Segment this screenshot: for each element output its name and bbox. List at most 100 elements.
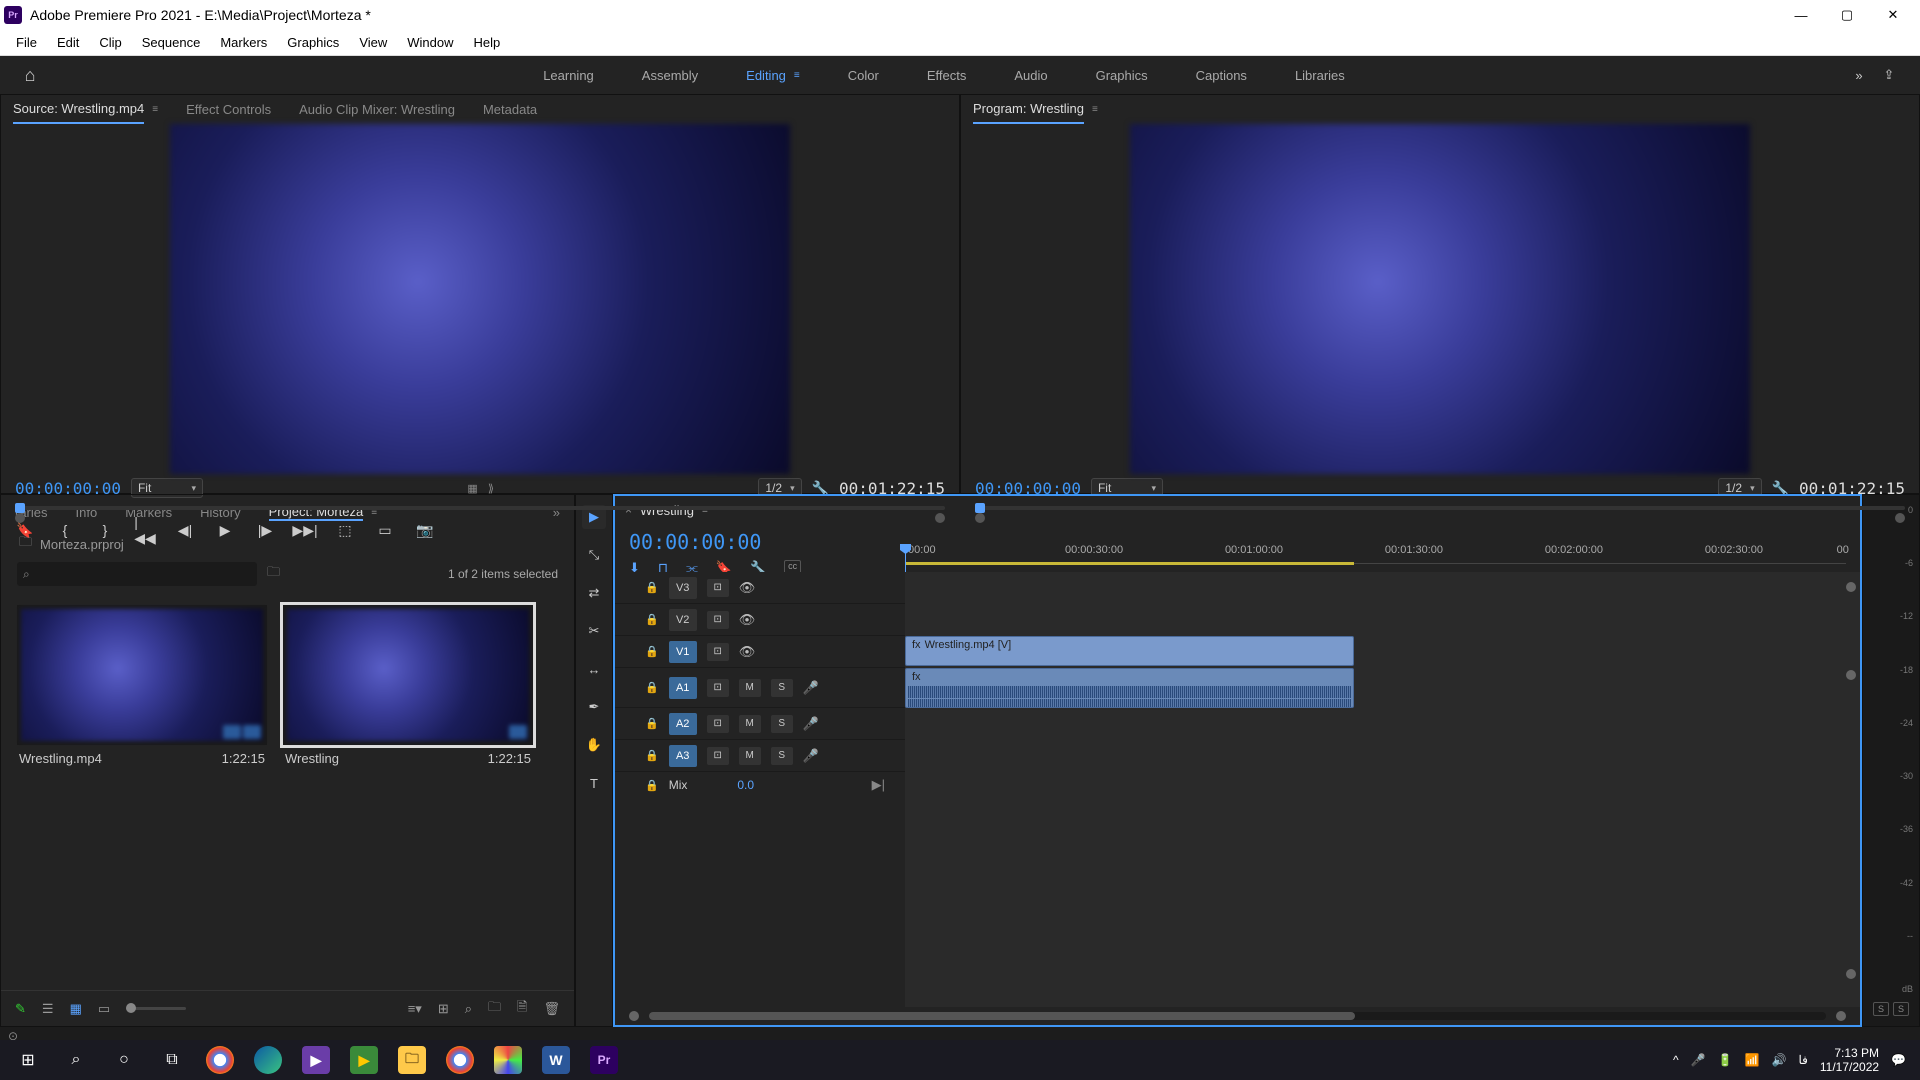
workspace-overflow[interactable]: »: [1844, 68, 1874, 83]
home-button[interactable]: ⌂: [16, 61, 44, 89]
menu-markers[interactable]: Markers: [210, 35, 277, 50]
share-button[interactable]: ⇪: [1874, 67, 1904, 83]
icon-view-button[interactable]: ▦: [70, 1001, 82, 1017]
tray-battery-icon[interactable]: 🔋: [1718, 1053, 1733, 1067]
delete-button[interactable]: 🗑: [543, 1001, 560, 1017]
timeline-ruler[interactable]: :00:00 00:00:30:00 00:01:00:00 00:01:30:…: [905, 524, 1860, 572]
new-bin-button[interactable]: 🗀: [488, 998, 501, 1020]
track-header-v1[interactable]: 🔒V1⊡👁: [615, 636, 905, 667]
timeline-vscroll-top[interactable]: [1846, 582, 1856, 592]
project-search-input[interactable]: ⌕: [17, 562, 257, 586]
mute-button[interactable]: M: [739, 747, 761, 765]
mix-track-header[interactable]: 🔒Mix0.0▶|: [615, 772, 905, 798]
menu-window[interactable]: Window: [397, 35, 463, 50]
toggle-output-icon[interactable]: 👁: [739, 644, 756, 660]
toggle-output-icon[interactable]: 👁: [739, 612, 756, 628]
sync-lock-icon[interactable]: ⊡: [707, 579, 729, 597]
menu-help[interactable]: Help: [464, 35, 511, 50]
tray-chevron-icon[interactable]: ^: [1673, 1053, 1679, 1067]
work-area-bar[interactable]: [905, 562, 1354, 565]
taskbar-chrome[interactable]: [196, 1040, 244, 1080]
meter-solo-left[interactable]: S: [1873, 1002, 1889, 1016]
search-button[interactable]: ⌕: [52, 1040, 100, 1080]
tray-notifications-icon[interactable]: 💬: [1891, 1053, 1906, 1067]
find-button[interactable]: ⌕: [465, 1001, 472, 1017]
menu-view[interactable]: View: [349, 35, 397, 50]
program-tab[interactable]: Program: Wrestling: [973, 95, 1084, 124]
track-header-a2[interactable]: 🔒A2⊡MS🎤: [615, 708, 905, 739]
mute-button[interactable]: M: [739, 715, 761, 733]
tray-wifi-icon[interactable]: 📶: [1745, 1053, 1760, 1067]
bin-icon[interactable]: 🗀: [19, 533, 32, 555]
voice-over-icon[interactable]: 🎤: [803, 716, 819, 732]
program-monitor[interactable]: [961, 124, 1919, 474]
new-bin-search-icon[interactable]: 🗀: [267, 563, 280, 585]
workspace-libraries[interactable]: Libraries: [1295, 62, 1345, 89]
metadata-tab[interactable]: Metadata: [483, 96, 537, 123]
tray-language[interactable]: فا: [1798, 1053, 1807, 1067]
taskbar-word[interactable]: W: [532, 1040, 580, 1080]
menu-clip[interactable]: Clip: [89, 35, 131, 50]
lock-icon[interactable]: 🔒: [645, 645, 659, 658]
workspace-graphics[interactable]: Graphics: [1096, 62, 1148, 89]
source-tab[interactable]: Source: Wrestling.mp4: [13, 95, 144, 124]
menu-sequence[interactable]: Sequence: [132, 35, 211, 50]
audio-clip[interactable]: fx: [905, 668, 1354, 708]
lock-icon[interactable]: 🔒: [645, 749, 659, 762]
toggle-output-icon[interactable]: 👁: [739, 580, 756, 596]
voice-over-icon[interactable]: 🎤: [803, 680, 819, 696]
track-header-a3[interactable]: 🔒A3⊡MS🎤: [615, 740, 905, 771]
audio-meters-panel[interactable]: 0 -6 -12 -18 -24 -30 -36 -42 -- dB S S: [1862, 494, 1920, 1027]
tray-mic-icon[interactable]: 🎤: [1691, 1053, 1706, 1067]
workspace-effects[interactable]: Effects: [927, 62, 967, 89]
timeline-hscroll[interactable]: [615, 1007, 1860, 1025]
taskbar-premiere[interactable]: Pr: [580, 1040, 628, 1080]
solo-button[interactable]: S: [771, 679, 793, 697]
freeform-view-button[interactable]: ▭: [98, 1001, 110, 1017]
mute-button[interactable]: M: [739, 679, 761, 697]
workspace-assembly[interactable]: Assembly: [642, 62, 698, 89]
hand-tool[interactable]: ✋: [582, 733, 606, 757]
workspace-editing[interactable]: Editing: [746, 62, 786, 89]
solo-button[interactable]: S: [771, 715, 793, 733]
drag-video-icon[interactable]: ▦: [467, 482, 477, 495]
video-clip[interactable]: fxWrestling.mp4 [V]: [905, 636, 1354, 666]
track-header-v3[interactable]: 🔒V3⊡👁: [615, 572, 905, 603]
drag-audio-icon[interactable]: ⟫: [488, 482, 494, 495]
lock-icon[interactable]: 🔒: [645, 717, 659, 730]
audio-clip-mixer-tab[interactable]: Audio Clip Mixer: Wrestling: [299, 96, 455, 123]
ripple-edit-tool[interactable]: ⇄: [582, 581, 606, 605]
timeline-timecode[interactable]: 00:00:00:00: [629, 530, 891, 554]
timeline-vscroll-mid[interactable]: [1846, 670, 1856, 680]
timeline-content[interactable]: fxWrestling.mp4 [V] fx: [905, 572, 1860, 1007]
start-button[interactable]: ⊞: [4, 1040, 52, 1080]
menu-edit[interactable]: Edit: [47, 35, 89, 50]
task-view-button[interactable]: ⧉: [148, 1040, 196, 1080]
automate-button[interactable]: ⊞: [438, 1001, 449, 1017]
taskbar-edge[interactable]: [244, 1040, 292, 1080]
sync-lock-icon[interactable]: ⊡: [707, 679, 729, 697]
source-scrubber[interactable]: [15, 506, 945, 520]
tray-clock[interactable]: 7:13 PM11/17/2022: [1820, 1046, 1879, 1074]
timeline-vscroll-bot[interactable]: [1846, 969, 1856, 979]
track-header-v2[interactable]: 🔒V2⊡👁: [615, 604, 905, 635]
thumbnail-size-slider[interactable]: [126, 1007, 186, 1010]
source-tab-menu-icon[interactable]: ≡: [152, 104, 158, 115]
source-monitor[interactable]: [1, 124, 959, 474]
track-select-tool[interactable]: ⤡: [582, 543, 606, 567]
minimize-button[interactable]: —: [1778, 0, 1824, 30]
lock-icon[interactable]: 🔒: [645, 613, 659, 626]
taskbar-mediaplayer[interactable]: ▶: [292, 1040, 340, 1080]
track-header-a1[interactable]: 🔒A1⊡MS🎤: [615, 668, 905, 707]
effect-controls-tab[interactable]: Effect Controls: [186, 96, 271, 123]
close-button[interactable]: ✕: [1870, 0, 1916, 30]
list-view-button[interactable]: ☰: [42, 1001, 54, 1017]
menu-graphics[interactable]: Graphics: [277, 35, 349, 50]
slip-tool[interactable]: ↔: [582, 657, 606, 681]
project-item-clip[interactable]: Wrestling.mp41:22:15: [17, 605, 267, 772]
program-scrubber[interactable]: [975, 506, 1905, 520]
workspace-captions[interactable]: Captions: [1196, 62, 1247, 89]
razor-tool[interactable]: ✂: [582, 619, 606, 643]
workspace-color[interactable]: Color: [848, 62, 879, 89]
project-item-sequence[interactable]: Wrestling1:22:15: [283, 605, 533, 772]
